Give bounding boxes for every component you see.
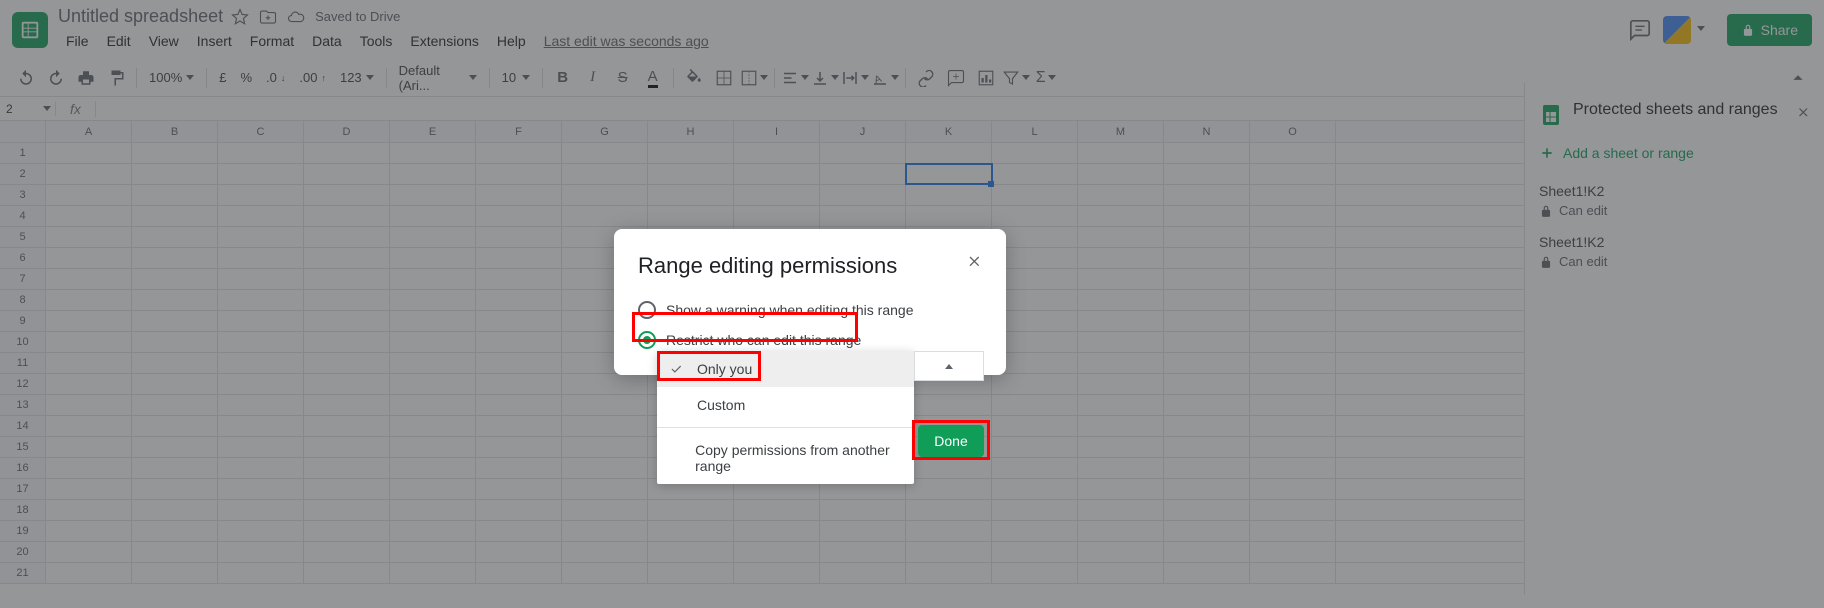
radio-show-warning[interactable]: Show a warning when editing this range [614, 295, 1006, 325]
close-dialog-icon[interactable] [966, 253, 982, 269]
radio-unchecked-icon [638, 301, 656, 319]
restrict-dropdown-toggle[interactable] [914, 351, 984, 381]
dropdown-option-copy[interactable]: Copy permissions from another range [657, 432, 914, 484]
check-icon [669, 362, 683, 376]
arrow-up-icon [945, 364, 953, 369]
dropdown-divider [657, 427, 914, 428]
done-button[interactable]: Done [918, 425, 984, 457]
dialog-title: Range editing permissions [614, 253, 1006, 295]
dropdown-option-only-you[interactable]: Only you [657, 351, 914, 387]
restrict-dropdown-list: Only you Custom Copy permissions from an… [657, 351, 914, 484]
dropdown-option-custom[interactable]: Custom [657, 387, 914, 423]
radio-checked-icon [638, 331, 656, 349]
